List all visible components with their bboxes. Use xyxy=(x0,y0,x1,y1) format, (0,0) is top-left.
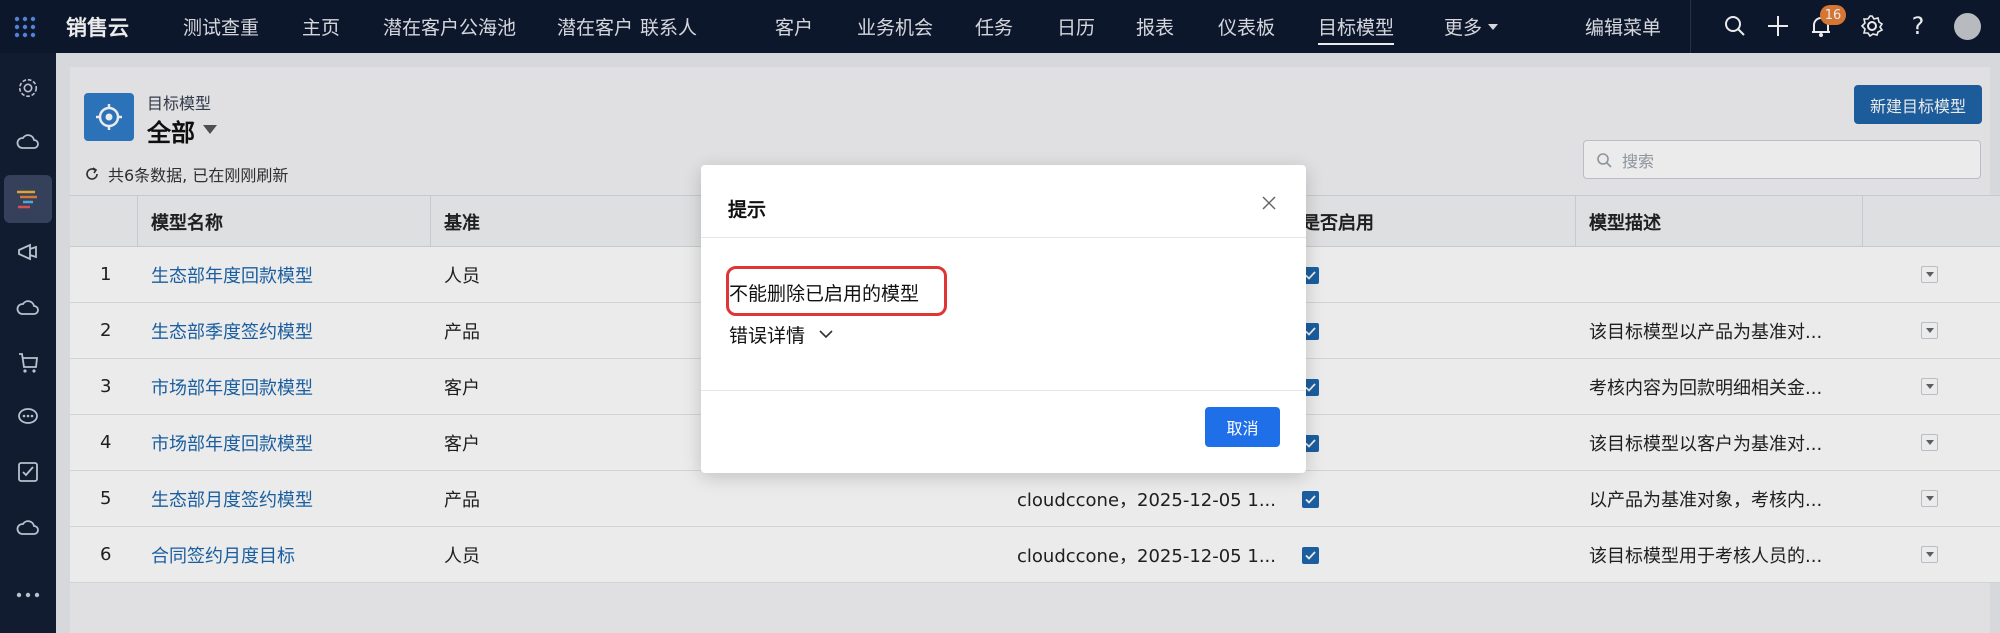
dialog-title: 提示 xyxy=(728,199,767,221)
cancel-button[interactable]: 取消 xyxy=(1205,407,1280,447)
error-message: 不能删除已启用的模型 xyxy=(729,283,920,305)
error-details-label: 错误详情 xyxy=(729,325,806,347)
chevron-down-icon xyxy=(819,330,833,339)
dialog-divider xyxy=(701,237,1306,238)
alert-dialog: 提示 不能删除已启用的模型 错误详情 取消 xyxy=(701,165,1306,473)
close-icon[interactable] xyxy=(1257,191,1281,215)
error-details-toggle[interactable]: 错误详情 xyxy=(729,321,833,348)
dialog-divider xyxy=(701,390,1306,391)
